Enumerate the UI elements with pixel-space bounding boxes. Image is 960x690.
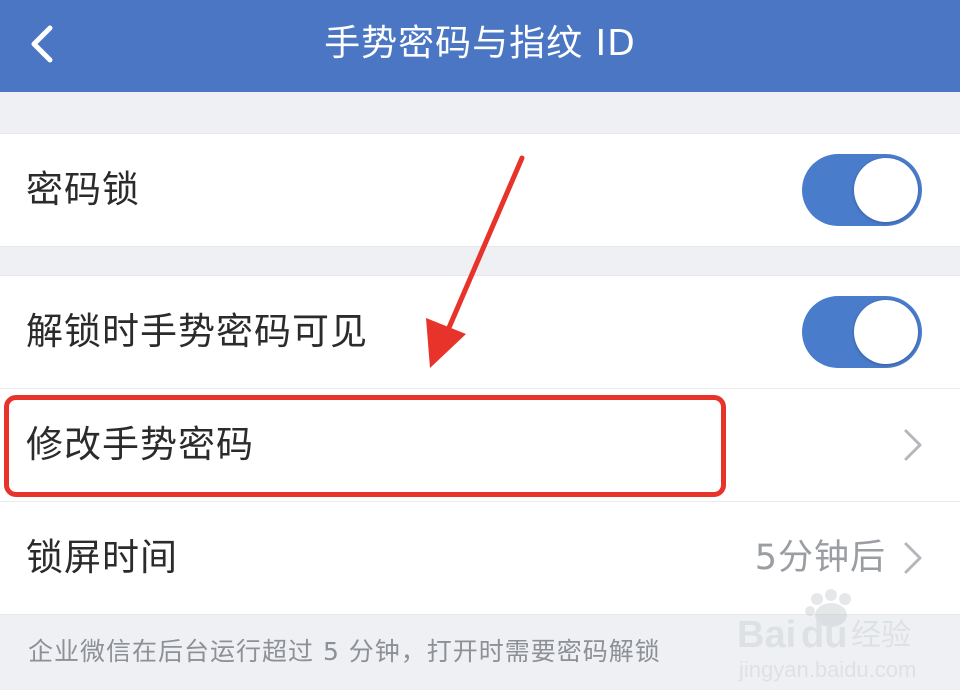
row-password-lock: 密码锁 (0, 134, 960, 246)
settings-group-lock: 密码锁 (0, 133, 960, 247)
password-lock-toggle[interactable] (802, 154, 922, 226)
gesture-visible-toggle[interactable] (802, 296, 922, 368)
svg-text:jingyan.baidu.com: jingyan.baidu.com (738, 657, 916, 682)
change-gesture-password-label: 修改手势密码 (26, 423, 254, 466)
password-lock-label: 密码锁 (26, 168, 140, 211)
toggle-knob (854, 158, 918, 222)
chevron-right-icon (904, 542, 922, 574)
page-title: 手势密码与指纹 ID (324, 23, 636, 64)
row-gesture-visible: 解锁时手势密码可见 (0, 276, 960, 389)
row-change-gesture-password[interactable]: 修改手势密码 (0, 389, 960, 502)
gesture-visible-label: 解锁时手势密码可见 (26, 310, 368, 353)
svg-text:经验: 经验 (851, 618, 911, 653)
nav-bar: 手势密码与指纹 ID (0, 0, 960, 92)
chevron-right-icon (904, 429, 922, 461)
row-lock-screen-time[interactable]: 锁屏时间 5分钟后 (0, 502, 960, 614)
lock-screen-time-value: 5分钟后 (754, 538, 886, 578)
settings-group-gesture: 解锁时手势密码可见 修改手势密码 锁屏时间 5分钟后 (0, 275, 960, 615)
svg-text:Bai: Bai (737, 614, 796, 656)
lock-screen-time-label: 锁屏时间 (26, 536, 178, 579)
svg-text:du: du (801, 614, 847, 656)
footnote-text: 企业微信在后台运行超过 5 分钟，打开时需要密码解锁 (28, 637, 661, 666)
toggle-knob (854, 300, 918, 364)
